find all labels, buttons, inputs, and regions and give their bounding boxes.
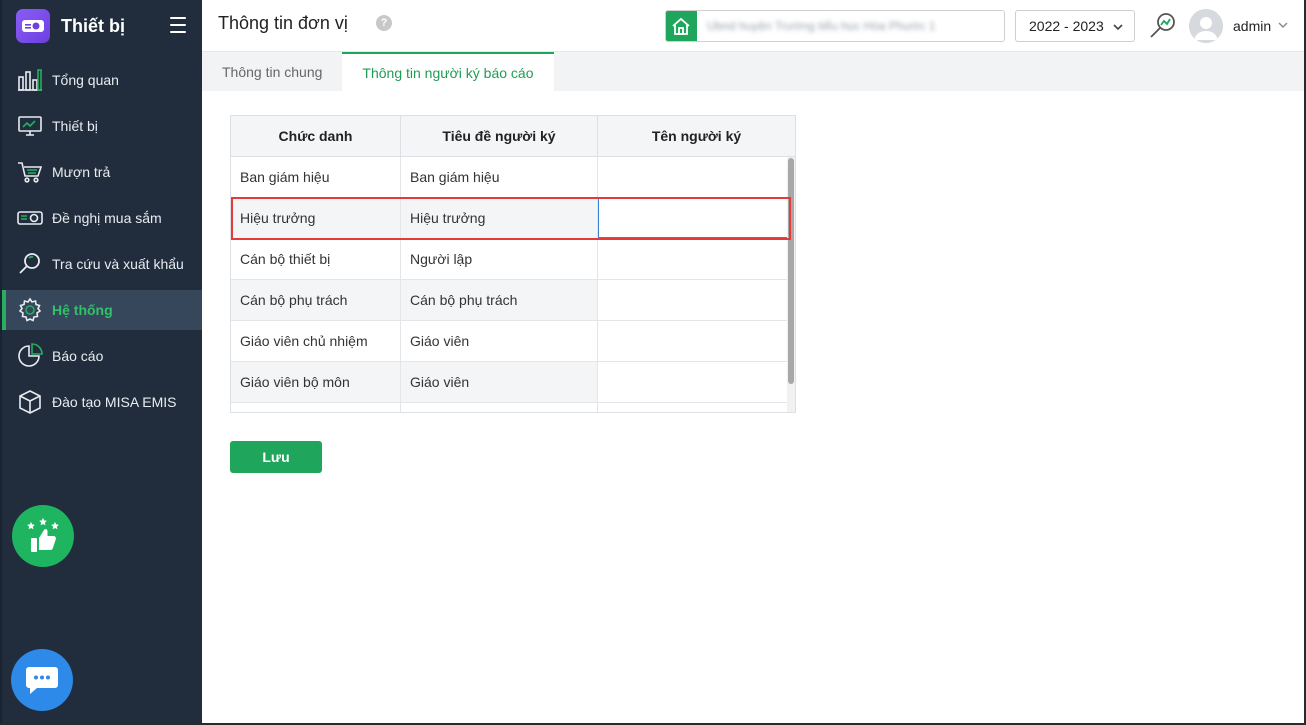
- school-name: Ubnd huyện Trường tiểu học Hòa Phước 1: [707, 19, 936, 33]
- monitor-icon: [16, 112, 44, 140]
- table-cell: [231, 403, 401, 412]
- sidebar-item-de-nghi-mua-sam[interactable]: Đề nghị mua sắm: [2, 198, 202, 238]
- sidebar-item-dao-tao[interactable]: Đào tạo MISA EMIS: [2, 382, 202, 422]
- school-year-value: 2022 - 2023: [1029, 18, 1104, 34]
- signer-name-cell[interactable]: [598, 280, 795, 320]
- help-icon[interactable]: ?: [376, 15, 392, 31]
- sidebar-item-he-thong[interactable]: Hệ thống: [2, 290, 202, 330]
- zoom-chart-icon[interactable]: [1148, 11, 1178, 41]
- chat-bubble-icon: [26, 667, 58, 694]
- table-cell: Người lập: [401, 239, 598, 279]
- table-cell: Giáo viên: [401, 362, 598, 402]
- column-header: Chức danh: [231, 116, 401, 156]
- table-row: Cán bộ thiết bị Người lập: [231, 239, 795, 280]
- sidebar-nav: Tổng quan Thiết bị Mượn trả Đề nghị mua …: [2, 60, 202, 422]
- avatar[interactable]: [1189, 9, 1223, 43]
- table-cell: Hiệu trưởng: [231, 198, 401, 238]
- table-row: Cán bộ phụ trách Cán bộ phụ trách: [231, 280, 795, 321]
- table-cell: Hiệu trưởng: [401, 198, 598, 238]
- sidebar-item-label: Hệ thống: [52, 302, 113, 318]
- sidebar-item-tong-quan[interactable]: Tổng quan: [2, 60, 202, 100]
- signer-name-cell[interactable]: [598, 198, 795, 238]
- signers-table: Chức danh Tiêu đề người ký Tên người ký …: [230, 115, 796, 413]
- table-cell: Ban giám hiệu: [231, 157, 401, 197]
- table-cell: Ban giám hiệu: [401, 157, 598, 197]
- app-title: Thiết bị: [61, 15, 125, 36]
- chat-button[interactable]: [11, 649, 73, 711]
- signer-name-cell[interactable]: [598, 157, 795, 197]
- table-row: Hiệu trưởng Hiệu trưởng: [231, 198, 795, 239]
- top-header: Thông tin đơn vị ? Ubnd huyện Trường tiể…: [202, 0, 1306, 52]
- sidebar-item-label: Thiết bị: [52, 118, 98, 134]
- sidebar-item-bao-cao[interactable]: Báo cáo: [2, 336, 202, 376]
- sidebar-item-label: Mượn trả: [52, 164, 111, 180]
- save-button[interactable]: Lưu: [230, 441, 322, 473]
- chevron-down-icon: [1112, 20, 1124, 36]
- dashboard-bars-icon: [16, 66, 44, 94]
- tab-thong-tin-chung[interactable]: Thông tin chung: [202, 52, 342, 91]
- user-name[interactable]: admin: [1233, 18, 1271, 34]
- pie-chart-icon: [16, 342, 44, 370]
- sidebar-item-muon-tra[interactable]: Mượn trả: [2, 152, 202, 192]
- sidebar-item-thiet-bi[interactable]: Thiết bị: [2, 106, 202, 146]
- signer-name-cell[interactable]: [598, 403, 795, 412]
- column-header: Tiêu đề người ký: [401, 116, 598, 156]
- table-cell: Cán bộ thiết bị: [231, 239, 401, 279]
- sidebar: Thiết bị Tổng quan Thiết bị Mượn trả Đề …: [0, 0, 202, 725]
- table-scrollbar-thumb[interactable]: [788, 158, 794, 384]
- table-cell: Giáo viên chủ nhiệm: [231, 321, 401, 361]
- app-logo-icon: [16, 9, 50, 43]
- thumbs-up-stars-icon: [27, 518, 59, 552]
- page-title: Thông tin đơn vị: [218, 13, 348, 33]
- school-selector[interactable]: Ubnd huyện Trường tiểu học Hòa Phước 1: [665, 10, 1005, 42]
- sidebar-item-label: Tổng quan: [52, 72, 119, 88]
- gear-icon: [16, 296, 44, 324]
- cube-icon: [16, 388, 44, 416]
- cart-icon: [16, 158, 44, 186]
- column-header: Tên người ký: [651, 128, 742, 144]
- table-cell: Giáo viên bộ môn: [231, 362, 401, 402]
- sidebar-header: Thiết bị: [2, 0, 202, 52]
- signer-name-cell[interactable]: [598, 321, 795, 361]
- search-icon: [16, 250, 44, 278]
- projector-icon: [16, 204, 44, 232]
- signer-name-cell[interactable]: [598, 239, 795, 279]
- rating-button[interactable]: [12, 505, 74, 567]
- menu-toggle-icon[interactable]: [170, 17, 186, 33]
- sidebar-item-label: Đề nghị mua sắm: [52, 210, 162, 226]
- tab-bar: Thông tin chung Thông tin người ký báo c…: [202, 52, 1306, 91]
- table-cell: Giáo viên: [401, 321, 598, 361]
- table-cell: Cán bộ phụ trách: [231, 280, 401, 320]
- chevron-down-icon[interactable]: [1277, 19, 1289, 34]
- tab-thong-tin-nguoi-ky[interactable]: Thông tin người ký báo cáo: [342, 52, 554, 91]
- sidebar-item-label: Tra cứu và xuất khẩu: [52, 256, 184, 272]
- signer-name-cell[interactable]: [598, 362, 795, 402]
- sidebar-item-label: Báo cáo: [52, 348, 104, 364]
- table-cell: Cán bộ phụ trách: [401, 280, 598, 320]
- table-row: Giáo viên bộ môn Giáo viên: [231, 362, 795, 403]
- sidebar-item-tra-cuu[interactable]: Tra cứu và xuất khẩu: [2, 244, 202, 284]
- sidebar-item-label: Đào tạo MISA EMIS: [52, 394, 177, 410]
- home-icon: [666, 11, 697, 41]
- table-row: [231, 403, 795, 412]
- school-year-select[interactable]: 2022 - 2023: [1015, 10, 1135, 42]
- table-row: Ban giám hiệu Ban giám hiệu: [231, 157, 795, 198]
- table-row: Giáo viên chủ nhiệm Giáo viên: [231, 321, 795, 362]
- table-header: Chức danh Tiêu đề người ký Tên người ký: [231, 116, 795, 157]
- table-cell: [401, 403, 598, 412]
